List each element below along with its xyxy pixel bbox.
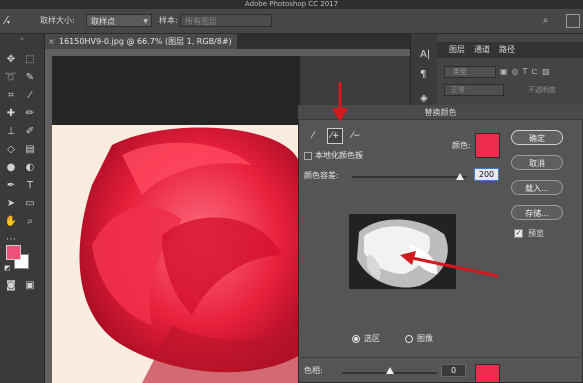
- eraser-tool-icon[interactable]: ◇: [3, 142, 19, 158]
- ok-button[interactable]: 确定: [511, 130, 563, 145]
- foreground-color-swatch[interactable]: [6, 245, 21, 260]
- result-color-swatch[interactable]: [475, 364, 500, 383]
- blend-mode-select[interactable]: 正常: [444, 84, 504, 96]
- vertical-ruler: [45, 56, 52, 383]
- quick-mask-icon[interactable]: ◙: [3, 278, 19, 294]
- layer-filter-label: 类型: [453, 68, 467, 76]
- localized-clusters-checkbox[interactable]: [304, 152, 312, 160]
- subtract-from-sample-eyedropper-icon[interactable]: ⁄−: [349, 129, 363, 143]
- annotation-arrow-down: [332, 82, 348, 122]
- hue-slider-thumb[interactable]: [386, 367, 394, 374]
- tab-paths[interactable]: 路径: [499, 42, 515, 58]
- selected-color-swatch[interactable]: [475, 133, 500, 158]
- image-radio[interactable]: [405, 335, 413, 343]
- selection-radio[interactable]: [352, 335, 360, 343]
- tab-channels[interactable]: 通道: [474, 42, 490, 58]
- blur-tool-icon[interactable]: ●: [3, 160, 19, 176]
- quick-selection-tool-icon[interactable]: ✎: [22, 70, 38, 86]
- crop-tool-icon[interactable]: ⌗: [3, 88, 19, 104]
- opacity-label: 不透明度: [528, 86, 556, 94]
- default-colors-icon[interactable]: ◩: [4, 264, 12, 272]
- horizontal-ruler: [45, 49, 410, 56]
- fuzziness-label: 颜色容差:: [304, 171, 339, 180]
- dodge-tool-icon[interactable]: ◐: [22, 160, 38, 176]
- load-button[interactable]: 载入...: [511, 180, 563, 195]
- screen-mode-icon[interactable]: ▣: [22, 278, 38, 294]
- image-radio-label: 图像: [417, 334, 433, 343]
- layers-stack-icon[interactable]: ◈: [420, 92, 434, 106]
- sample-select[interactable]: 所有图层: [180, 14, 272, 27]
- search-icon[interactable]: ⌕: [543, 14, 557, 28]
- eyedropper-tool-icon[interactable]: ⁄: [22, 88, 38, 104]
- document-tab[interactable]: 16150HV9-0.jpg @ 66.7% (图层 1, RGB/8#) *: [45, 34, 237, 61]
- dialog-divider: [298, 357, 583, 358]
- clone-stamp-tool-icon[interactable]: ⊥: [3, 124, 19, 140]
- paragraph-panel-icon[interactable]: ¶: [420, 68, 434, 82]
- path-selection-tool-icon[interactable]: ➤: [3, 196, 19, 212]
- blend-mode-value: 正常: [451, 86, 465, 94]
- localized-clusters-label: 本地化颜色簇: [315, 151, 363, 160]
- sample-label: 样本:: [159, 16, 178, 25]
- character-panel-icon[interactable]: A|: [420, 48, 434, 62]
- sample-size-value: 取样点: [91, 17, 115, 26]
- color-label: 颜色:: [452, 141, 471, 150]
- selection-radio-label: 选区: [364, 334, 380, 343]
- sample-value: 所有图层: [185, 17, 217, 26]
- lasso-tool-icon[interactable]: ➰: [3, 70, 19, 86]
- eyedropper-tool-preset-icon[interactable]: ⁄▾: [5, 13, 23, 29]
- save-button[interactable]: 存储...: [511, 205, 563, 220]
- pen-tool-icon[interactable]: ✒: [3, 178, 19, 194]
- fuzziness-slider-track[interactable]: [352, 176, 467, 178]
- rose-image: [52, 125, 300, 383]
- rose-photo: [52, 125, 300, 383]
- healing-brush-tool-icon[interactable]: ✚: [3, 106, 19, 122]
- annotation-arrow-left: [400, 251, 499, 278]
- gradient-tool-icon[interactable]: ▤: [22, 142, 38, 158]
- preview-checkbox[interactable]: ✓: [514, 229, 523, 238]
- rectangle-tool-icon[interactable]: ▭: [22, 196, 38, 212]
- eyedropper-icon[interactable]: ⁄: [306, 129, 320, 143]
- marquee-tool-icon[interactable]: ⬚: [22, 52, 38, 68]
- hue-label: 色相:: [304, 366, 323, 375]
- workspace-icon[interactable]: [566, 14, 580, 28]
- layer-filter-icons[interactable]: ▣◎T⊏▨: [500, 66, 580, 78]
- hand-tool-icon[interactable]: ✋: [3, 214, 19, 230]
- close-icon[interactable]: ×: [48, 34, 55, 49]
- add-to-sample-eyedropper-icon[interactable]: ⁄+: [327, 128, 343, 144]
- zoom-tool-icon[interactable]: ⌕: [22, 214, 38, 230]
- sample-size-label: 取样大小:: [40, 16, 75, 25]
- title-bar: Adobe Photoshop CC 2017: [0, 0, 583, 9]
- app-title: Adobe Photoshop CC 2017: [244, 0, 339, 8]
- fuzziness-slider-thumb[interactable]: [456, 173, 464, 180]
- type-tool-icon[interactable]: T: [22, 178, 38, 194]
- history-brush-tool-icon[interactable]: ✐: [22, 124, 38, 140]
- move-tool-icon[interactable]: ✥: [3, 52, 19, 68]
- hue-input[interactable]: 0: [441, 364, 466, 377]
- collapse-icon[interactable]: «: [0, 34, 44, 44]
- tab-layers[interactable]: 图层: [449, 42, 465, 58]
- brush-tool-icon[interactable]: ✏: [22, 106, 38, 122]
- preview-label: 预览: [528, 229, 544, 238]
- fuzziness-input[interactable]: 200: [474, 168, 499, 181]
- sample-size-select[interactable]: 取样点 ▼: [86, 14, 152, 27]
- chevron-down-icon: ▼: [143, 18, 148, 25]
- selection-radio-dot: [354, 337, 358, 341]
- cancel-button[interactable]: 取消: [511, 155, 563, 170]
- layer-filter-select[interactable]: 类型: [444, 66, 496, 78]
